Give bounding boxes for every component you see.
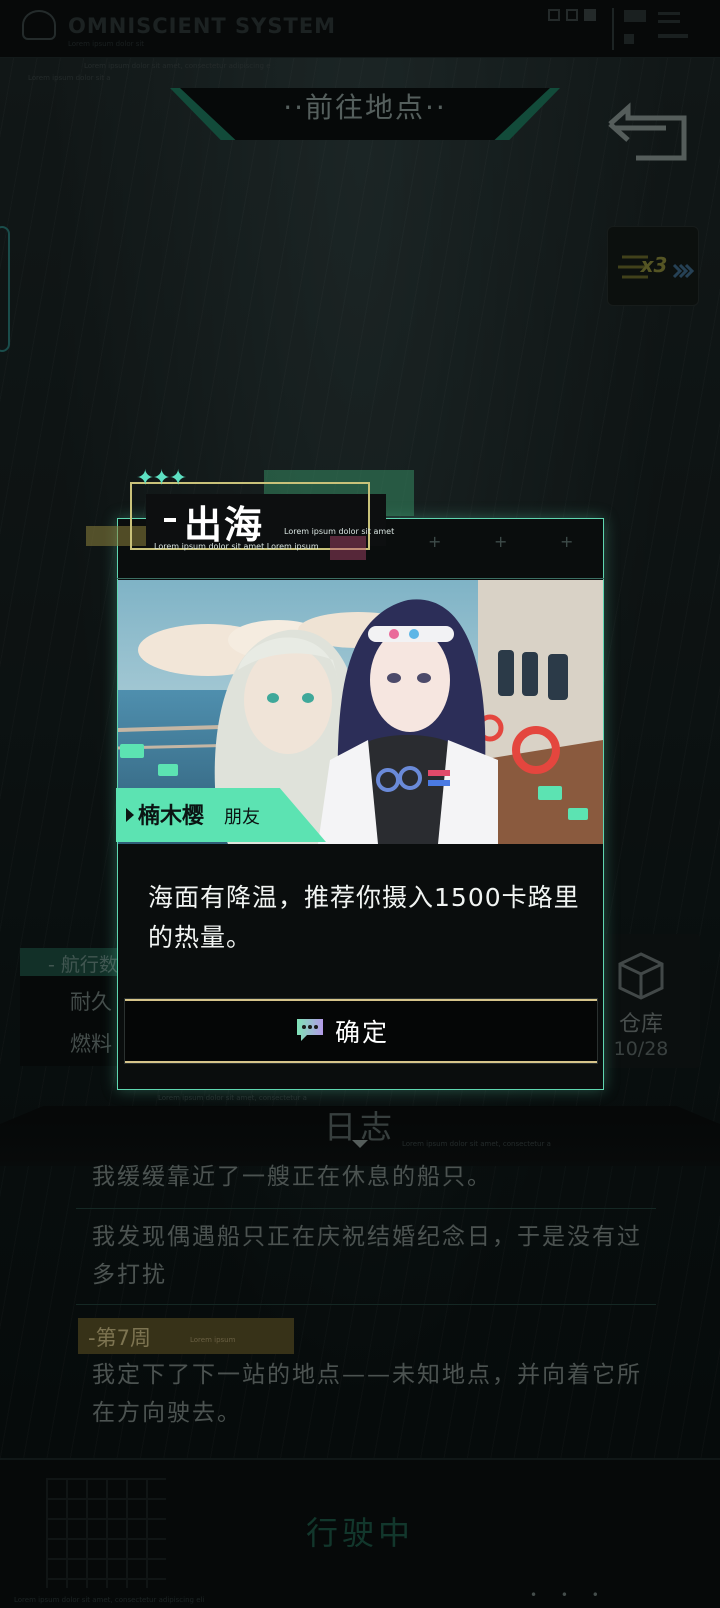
title-deco-block [330, 536, 366, 560]
confirm-button[interactable]: 确定 [124, 998, 598, 1064]
plus-icon: + [428, 532, 442, 551]
confirm-label: 确定 [335, 1018, 390, 1047]
speaker-name: 楠木樱 [138, 804, 205, 829]
speaker-role: 朋友 [224, 807, 260, 828]
dialog-header-divider [117, 578, 604, 579]
dialog-subtitle: Lorem ipsum dolor sit amet Lorem ipsum [154, 542, 319, 551]
chat-bubble-icon [297, 1019, 323, 1041]
stars-icon: ✦✦✦ [136, 466, 187, 491]
speaker-arrow-icon [126, 808, 134, 822]
dialog-subtitle: Lorem ipsum dolor sit amet [284, 527, 395, 536]
dialog-title: 出海 [184, 503, 265, 547]
title-dash [164, 518, 176, 522]
plus-icon: + [494, 532, 508, 551]
dialog-message: 海面有降温，推荐你摄入1500卡路里的热量。 [148, 883, 580, 952]
plus-icon: + [560, 532, 574, 551]
